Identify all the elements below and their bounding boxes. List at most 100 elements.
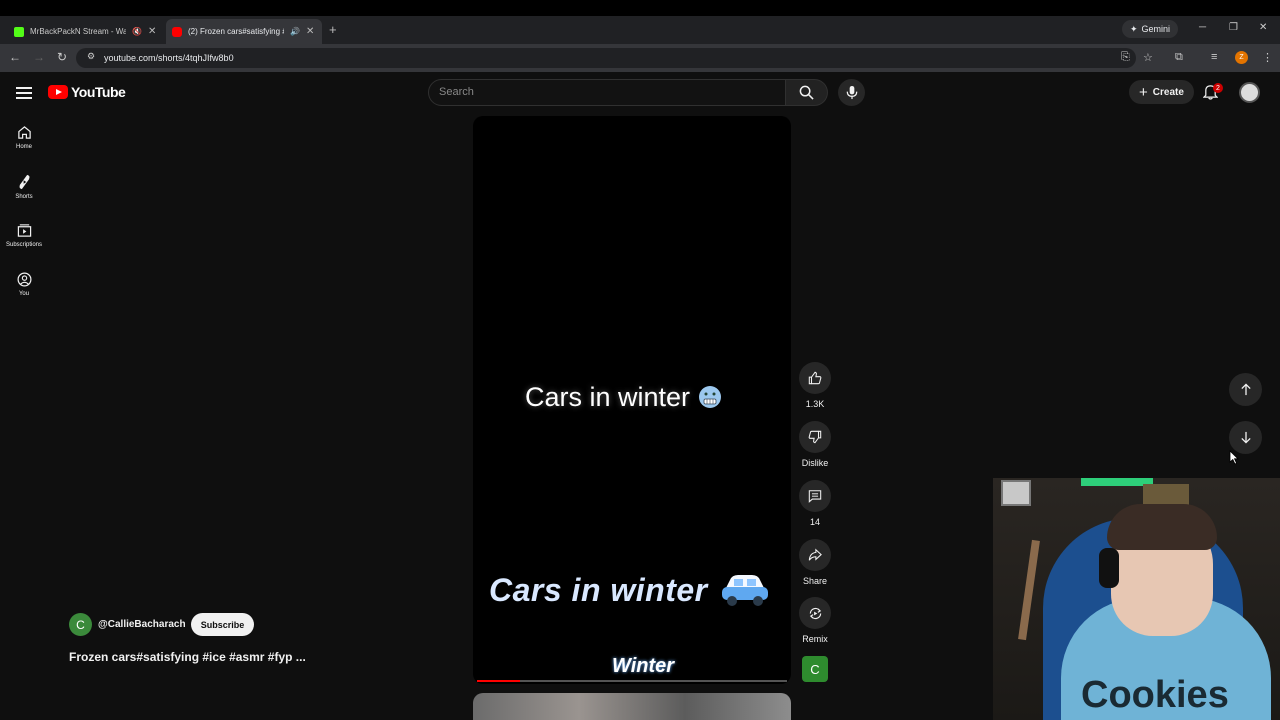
- extensions-icon[interactable]: ⧉: [1175, 51, 1183, 64]
- gemini-label: Gemini: [1141, 24, 1171, 34]
- next-short-preview[interactable]: [473, 693, 791, 720]
- gemini-sparkle-icon: ✦: [1130, 23, 1138, 34]
- sidebar-item-subscriptions[interactable]: Subscriptions: [0, 223, 48, 248]
- you-icon: [17, 272, 31, 287]
- sidebar-item-label: Shorts: [15, 194, 33, 200]
- plus-icon: +: [1139, 83, 1148, 101]
- arrow-up-icon: [1240, 383, 1251, 396]
- kick-favicon-icon: [14, 26, 24, 37]
- media-control-icon[interactable]: ≡: [1211, 51, 1217, 63]
- new-tab-button[interactable]: +: [329, 22, 337, 37]
- headset: [1099, 548, 1119, 588]
- webcam-overlay: Cookies: [993, 478, 1280, 720]
- more-menu-icon[interactable]: ⋮: [1262, 51, 1273, 64]
- microphone-icon: [846, 85, 857, 100]
- search-input[interactable]: [428, 79, 786, 106]
- shorts-icon: [18, 174, 30, 190]
- sidebar-item-you[interactable]: You: [0, 272, 48, 297]
- create-button[interactable]: + Create: [1129, 80, 1194, 104]
- close-tab-icon[interactable]: ✕: [148, 26, 156, 37]
- install-app-icon[interactable]: ⎘: [1121, 51, 1130, 64]
- comment-icon: [808, 490, 822, 503]
- sidebar-item-label: Home: [15, 144, 32, 150]
- share-icon: [808, 548, 822, 561]
- remix-icon: [809, 607, 821, 619]
- audio-playing-icon[interactable]: 🔊: [290, 27, 300, 36]
- video-caption-bottom: Cars in winter: [489, 572, 708, 608]
- arrow-down-icon: [1240, 431, 1251, 444]
- youtube-logo[interactable]: YouTube: [48, 84, 126, 100]
- video-progress-fill: [477, 680, 520, 682]
- notification-badge: 2: [1213, 83, 1223, 93]
- share-button[interactable]: [799, 539, 831, 571]
- share-action[interactable]: Share: [799, 539, 831, 586]
- channel-handle[interactable]: @CallieBacharach: [98, 619, 186, 630]
- remix-button[interactable]: [799, 597, 831, 629]
- remix-action[interactable]: Remix: [799, 597, 831, 644]
- tab-kick-stream[interactable]: MrBackPackN Stream - Wa 🔇 ✕: [8, 19, 162, 44]
- minimize-icon[interactable]: ─: [1199, 22, 1206, 33]
- window-top-edge: [0, 0, 1280, 16]
- profile-avatar[interactable]: Z: [1235, 51, 1248, 64]
- tab-title: MrBackPackN Stream - Wa: [30, 27, 126, 36]
- voice-search-button[interactable]: [838, 79, 865, 106]
- dislike-button[interactable]: [799, 421, 831, 453]
- hoodie-print: Cookies: [1081, 674, 1229, 716]
- thumbs-down-icon: [808, 430, 822, 444]
- like-count: 1.3K: [805, 399, 825, 409]
- wall-picture-frame: [1001, 480, 1031, 506]
- video-caption-top: Cars in winter: [525, 382, 722, 413]
- site-info-icon[interactable]: ⚙: [87, 51, 95, 62]
- sidebar-item-label: Subscriptions: [5, 242, 43, 248]
- sidebar-item-shorts[interactable]: Shorts: [0, 174, 48, 200]
- video-title[interactable]: Frozen cars#satisfying #ice #asmr #fyp .…: [69, 650, 306, 664]
- comments-action[interactable]: 14: [799, 480, 831, 527]
- url-text[interactable]: youtube.com/shorts/4tqhJIfw8b0: [104, 53, 234, 63]
- home-icon: [17, 126, 31, 139]
- logo-text: YouTube: [71, 84, 126, 100]
- winter-watermark: Winter: [612, 655, 675, 677]
- account-avatar[interactable]: [1239, 82, 1260, 103]
- close-window-icon[interactable]: ✕: [1259, 22, 1267, 33]
- streamer-hair: [1107, 504, 1217, 550]
- like-button[interactable]: [799, 362, 831, 394]
- forward-icon[interactable]: →: [33, 50, 45, 64]
- dislike-action[interactable]: Dislike: [799, 421, 831, 468]
- freezing-face-icon: [698, 386, 721, 408]
- bookmark-star-icon[interactable]: ☆: [1143, 51, 1153, 64]
- sidebar-item-home[interactable]: Home: [0, 125, 48, 150]
- youtube-play-icon: [48, 85, 68, 99]
- sidebar-item-label: You: [18, 291, 30, 297]
- tab-title: (2) Frozen cars#satisfying #: [188, 27, 284, 36]
- share-label: Share: [802, 576, 828, 586]
- youtube-favicon-icon: [172, 26, 182, 37]
- thumbs-up-icon: [808, 371, 822, 385]
- mouse-cursor-icon: [1229, 450, 1239, 465]
- subscribe-button[interactable]: Subscribe: [191, 613, 254, 636]
- gemini-button[interactable]: ✦ Gemini: [1122, 20, 1179, 38]
- comment-count: 14: [809, 517, 820, 527]
- dislike-label: Dislike: [801, 458, 829, 468]
- channel-thumbnail[interactable]: C: [802, 656, 828, 682]
- close-tab-icon[interactable]: ✕: [306, 26, 314, 37]
- reload-icon[interactable]: ↻: [57, 50, 67, 64]
- address-bar[interactable]: [76, 48, 1136, 68]
- channel-avatar[interactable]: C: [69, 613, 92, 636]
- subscriptions-icon: [17, 224, 31, 237]
- car-icon: [722, 575, 768, 606]
- create-label: Create: [1152, 86, 1184, 98]
- search-icon: [799, 85, 814, 100]
- video-progress-track[interactable]: [477, 680, 787, 682]
- caption-text: Cars in winter: [525, 382, 691, 412]
- tab-youtube-short[interactable]: (2) Frozen cars#satisfying # 🔊 ✕: [166, 19, 322, 44]
- search-placeholder: Search: [439, 86, 474, 98]
- guide-menu-icon[interactable]: [16, 84, 32, 100]
- like-action[interactable]: 1.3K: [799, 362, 831, 409]
- remix-label: Remix: [802, 634, 828, 644]
- back-icon[interactable]: ←: [9, 50, 21, 64]
- comments-button[interactable]: [799, 480, 831, 512]
- muted-audio-icon[interactable]: 🔇: [132, 27, 142, 36]
- restore-icon[interactable]: ❐: [1229, 22, 1238, 33]
- previous-short-button[interactable]: [1229, 373, 1262, 406]
- search-button[interactable]: [786, 79, 828, 106]
